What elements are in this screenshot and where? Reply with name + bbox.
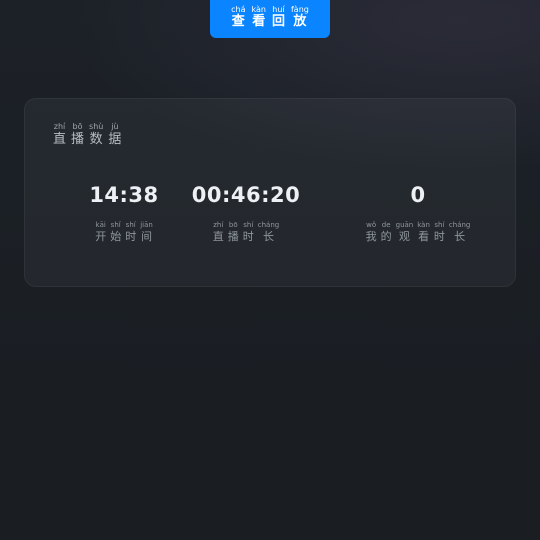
pinyin: fàng xyxy=(290,5,309,14)
ruby-char: shù 数 xyxy=(89,122,104,147)
ruby-char: shǐ 始 xyxy=(110,221,122,243)
hanzi: 开 xyxy=(95,230,107,243)
pinyin: jù xyxy=(111,122,119,131)
ruby-char: kàn 看 xyxy=(417,221,430,243)
ruby-char: chá 查 xyxy=(231,5,246,29)
stat-value: 0 xyxy=(410,183,426,207)
ruby-char: bō 播 xyxy=(227,221,239,243)
hanzi: 数 xyxy=(89,132,103,147)
pinyin: shí xyxy=(243,221,254,229)
ruby-char: jù 据 xyxy=(108,122,122,147)
ruby-char: jiān 间 xyxy=(140,221,153,243)
pinyin: shǐ xyxy=(110,221,121,229)
ruby-char: shí 时 xyxy=(125,221,137,243)
hanzi: 回 xyxy=(271,14,285,29)
pinyin: kàn xyxy=(251,5,266,14)
card-title: zhí 直 bō 播 shù 数 jù 据 xyxy=(53,122,126,147)
live-data-card: zhí 直 bō 播 shù 数 jù 据 14:38 kāi 开 shǐ 始 shí 时 j… xyxy=(24,98,516,287)
stat-label: kāi 开 shǐ 始 shí 时 jiān 间 xyxy=(93,221,155,243)
pinyin: jiān xyxy=(140,221,153,229)
hanzi: 播 xyxy=(71,132,85,147)
ruby-char: shí 时 xyxy=(242,221,254,243)
ruby-char: huí 回 xyxy=(271,5,285,29)
hanzi: 长 xyxy=(454,230,466,243)
stat-my-watch-time: 0 wǒ 我 de 的 guān 观 kàn 看 shí 时 cháng 长 xyxy=(343,181,493,242)
view-replay-button[interactable]: chá 查 kàn 看 huí 回 fàng 放 xyxy=(210,0,330,38)
pinyin: cháng xyxy=(448,221,471,229)
pinyin: zhí xyxy=(213,221,224,229)
hanzi: 时 xyxy=(242,230,254,243)
pinyin: bō xyxy=(72,122,83,131)
pinyin: shù xyxy=(89,122,104,131)
ruby-char: cháng 长 xyxy=(257,221,280,243)
hanzi: 放 xyxy=(293,14,307,29)
pinyin: shí xyxy=(434,221,445,229)
hanzi: 看 xyxy=(418,230,430,243)
hanzi: 查 xyxy=(231,14,245,29)
hanzi: 据 xyxy=(108,132,122,147)
ruby-char: zhí 直 xyxy=(212,221,224,243)
ruby-char: kàn 看 xyxy=(251,5,266,29)
hanzi: 播 xyxy=(227,230,239,243)
hanzi: 我 xyxy=(365,230,377,243)
ruby-char: shí 时 xyxy=(433,221,445,243)
pinyin: huí xyxy=(272,5,285,14)
stat-label: zhí 直 bō 播 shí 时 cháng 长 xyxy=(211,221,281,243)
pinyin: bō xyxy=(228,221,238,229)
pinyin: cháng xyxy=(257,221,280,229)
pinyin: kàn xyxy=(417,221,430,229)
ruby-char: guān 观 xyxy=(395,221,414,243)
hanzi: 时 xyxy=(433,230,445,243)
ruby-char: zhí 直 xyxy=(53,122,67,147)
ruby-char: wǒ 我 xyxy=(365,221,377,243)
pinyin: wǒ xyxy=(366,221,377,229)
stat-label: wǒ 我 de 的 guān 观 kàn 看 shí 时 cháng 长 xyxy=(364,221,473,243)
stat-live-duration: 00:46:20 zhí 直 bō 播 shí 时 cháng 长 xyxy=(171,181,321,242)
hanzi: 看 xyxy=(252,14,266,29)
hanzi: 直 xyxy=(53,132,67,147)
hanzi: 的 xyxy=(380,230,392,243)
ruby-char: cháng 长 xyxy=(448,221,471,243)
hanzi: 直 xyxy=(212,230,224,243)
hanzi: 时 xyxy=(125,230,137,243)
ruby-char: fàng 放 xyxy=(290,5,309,29)
ruby-char: de 的 xyxy=(380,221,392,243)
hanzi: 间 xyxy=(141,230,152,243)
hanzi: 始 xyxy=(110,230,122,243)
ruby-char: kāi 开 xyxy=(95,221,107,243)
pinyin: guān xyxy=(395,221,414,229)
ruby-char: bō 播 xyxy=(71,122,85,147)
pinyin: de xyxy=(381,221,391,229)
pinyin: kāi xyxy=(95,221,106,229)
pinyin: shí xyxy=(125,221,136,229)
pinyin: zhí xyxy=(53,122,66,131)
replay-button-label: chá 查 kàn 看 huí 回 fàng 放 xyxy=(228,5,312,29)
stat-value: 14:38 xyxy=(89,183,159,207)
stat-value: 00:46:20 xyxy=(191,183,301,207)
pinyin: chá xyxy=(231,5,246,14)
hanzi: 长 xyxy=(263,230,274,243)
hanzi: 观 xyxy=(398,230,410,243)
